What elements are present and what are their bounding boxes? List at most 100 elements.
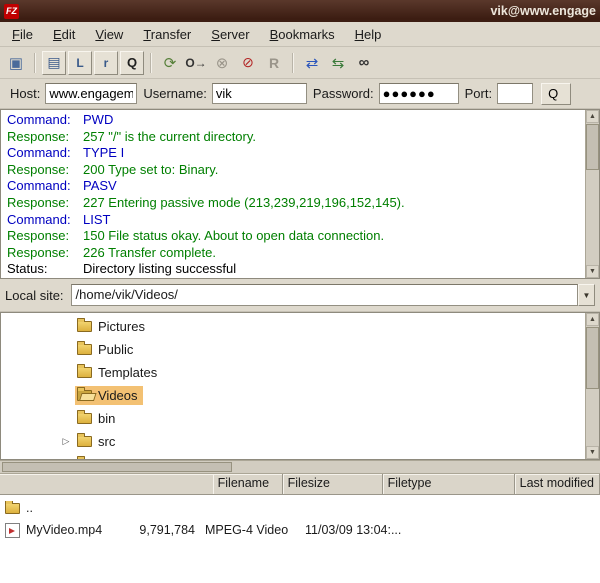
log-line-text: 200 Type set to: Binary. (83, 161, 219, 177)
local-site-path[interactable]: /home/vik/Videos/ (70, 284, 578, 306)
quickconnect-bar: Host: Username: Password: Port: Q (0, 79, 600, 109)
cancel-operation-icon: ⊗ (215, 54, 229, 72)
scroll-down-icon[interactable]: ▼ (586, 265, 599, 278)
log-line-prefix: Response: (7, 244, 70, 260)
port-input[interactable] (497, 83, 534, 104)
scroll-up-icon[interactable]: ▲ (586, 313, 599, 326)
local-site-dropdown-icon[interactable]: ▼ (578, 284, 595, 306)
scrollbar-thumb[interactable] (586, 124, 599, 170)
expander-icon[interactable]: ▷ (57, 436, 75, 447)
folder-icon (77, 364, 92, 378)
log-line: Status: Directory listing successful (7, 261, 583, 278)
tree-item-label[interactable]: bin (98, 411, 115, 426)
log-line-text: PWD (83, 112, 114, 127)
log-line: Response: 227 Entering passive mode (213,… (7, 195, 583, 212)
folder-icon (77, 341, 92, 355)
tree-row[interactable]: ▷ src (1, 430, 583, 453)
log-line-text: 227 Entering passive mode (213,239,219,1… (83, 194, 405, 210)
menubar: File Edit View Transfer Server Bookmarks… (0, 22, 600, 47)
column-header[interactable]: Filetype (383, 474, 515, 494)
menu-item[interactable]: View (85, 24, 133, 45)
scroll-up-icon[interactable]: ▲ (586, 110, 599, 123)
log-line: Command: PASV (7, 178, 583, 195)
process-queue-icon[interactable]: O→ (184, 51, 208, 75)
file-name[interactable]: .. (26, 501, 33, 515)
log-line-prefix: Response: (7, 128, 70, 144)
password-input[interactable] (378, 83, 459, 104)
column-header[interactable]: Filename (213, 474, 283, 494)
tree-cell[interactable]: src (75, 432, 120, 451)
synchronized-browsing-icon[interactable]: ⇆ (326, 51, 350, 75)
log-line-text: 226 Transfer complete. (83, 244, 216, 260)
tree-row[interactable]: bin (1, 407, 583, 430)
file-row[interactable]: MyVideo.mp4 9,791,784 MPEG-4 Video 11/03… (0, 519, 600, 541)
scrollbar-thumb[interactable] (2, 462, 232, 472)
menu-item[interactable]: Edit (43, 24, 85, 45)
menu-item[interactable]: Help (345, 24, 392, 45)
disconnect-icon[interactable]: ⊘ (236, 51, 260, 75)
scroll-down-icon[interactable]: ▼ (586, 446, 599, 459)
titlebar[interactable]: FZ vik@www.engage (0, 0, 600, 22)
file-list-header: Filename Filesize Filetype Last modified (0, 474, 600, 495)
tree-items: Pictures Public Templates Videos bin ▷ s… (1, 315, 583, 459)
port-label: Port: (464, 86, 493, 101)
refresh-icon[interactable]: ⟳ (158, 51, 182, 75)
tree-cell[interactable]: Public (75, 340, 138, 359)
local-directory-tree: Pictures Public Templates Videos bin ▷ s… (0, 312, 600, 460)
local-site-combo[interactable]: /home/vik/Videos/ ▼ (70, 284, 595, 306)
tree-item-label[interactable]: Public (98, 342, 133, 357)
file-name[interactable]: MyVideo.mp4 (26, 523, 102, 537)
tree-row[interactable]: Public (1, 338, 583, 361)
file-type-icon (5, 522, 20, 538)
username-input[interactable] (211, 83, 307, 104)
quickconnect-button[interactable]: Q (541, 82, 572, 105)
log-line-text: 150 File status okay. About to open data… (83, 228, 385, 244)
menu-item[interactable]: Bookmarks (260, 24, 345, 45)
column-header[interactable]: Last modified (515, 474, 600, 494)
tree-row[interactable]: Templates (1, 361, 583, 384)
tree-item-label[interactable]: Videos (98, 388, 138, 403)
password-label: Password: (312, 86, 374, 101)
column-header[interactable]: Filesize (283, 474, 383, 494)
tree-item-label[interactable]: src (98, 434, 115, 449)
log-scrollbar[interactable]: ▲ ▼ (585, 110, 599, 278)
menu-item[interactable]: File (2, 24, 43, 45)
tree-item-label[interactable]: Templates (98, 365, 157, 380)
tree-item-label[interactable]: Pictures (98, 319, 145, 334)
scrollbar-thumb[interactable] (586, 327, 599, 389)
tree-row[interactable]: Videos (1, 384, 583, 407)
log-line: Response: 257 "/" is the current director… (7, 129, 583, 146)
log-line-text: TYPE I (83, 145, 125, 161)
toggle-remote-tree-icon[interactable]: r (94, 50, 118, 75)
tree-horizontal-scrollbar[interactable] (0, 460, 600, 474)
log-line-text: Directory listing successful (83, 261, 237, 277)
file-type-icon (5, 501, 20, 514)
log-lines: Command: PWD Response: 257 "/" is the curr… (7, 112, 583, 278)
tree-row[interactable]: Pictures (1, 315, 583, 338)
log-line: Response: 150 File status okay. About to … (7, 228, 583, 245)
tree-cell[interactable]: Pictures (75, 317, 150, 336)
host-input[interactable] (45, 83, 138, 104)
tree-cell[interactable]: Videos (75, 386, 143, 405)
tree-cell[interactable]: bin (75, 409, 120, 428)
tree-scrollbar[interactable]: ▲ ▼ (585, 313, 599, 459)
local-site-bar: Local site: /home/vik/Videos/ ▼ (0, 279, 600, 312)
folder-icon (77, 433, 92, 447)
directory-comparison-icon[interactable]: ⇄ (300, 51, 324, 75)
toggle-queue-icon[interactable]: Q (120, 50, 144, 75)
menu-item[interactable]: Server (201, 24, 259, 45)
reconnect-icon: R (268, 54, 280, 71)
tree-row[interactable] (1, 453, 583, 459)
toggle-message-log-icon[interactable]: ▤ (42, 50, 66, 75)
file-type: MPEG-4 Video (205, 523, 289, 537)
toolbar: ▣ ▤ L r Q ⟳ O→ ⊗ ⊘ R ⇄ ⇆ ∞ (0, 47, 600, 79)
tree-cell[interactable]: Templates (75, 363, 162, 382)
toggle-local-tree-icon[interactable]: L (68, 50, 92, 75)
log-line-prefix: Response: (7, 228, 70, 244)
site-manager-icon[interactable]: ▣ (4, 51, 28, 75)
filezilla-window: FZ vik@www.engage File Edit View Transfe… (0, 0, 600, 583)
file-row[interactable]: .. (0, 497, 600, 519)
find-files-icon[interactable]: ∞ (352, 51, 376, 75)
local-file-list: .. MyVideo.mp4 9,791,784 MPEG-4 Video 11… (0, 495, 600, 583)
menu-item[interactable]: Transfer (133, 24, 201, 45)
